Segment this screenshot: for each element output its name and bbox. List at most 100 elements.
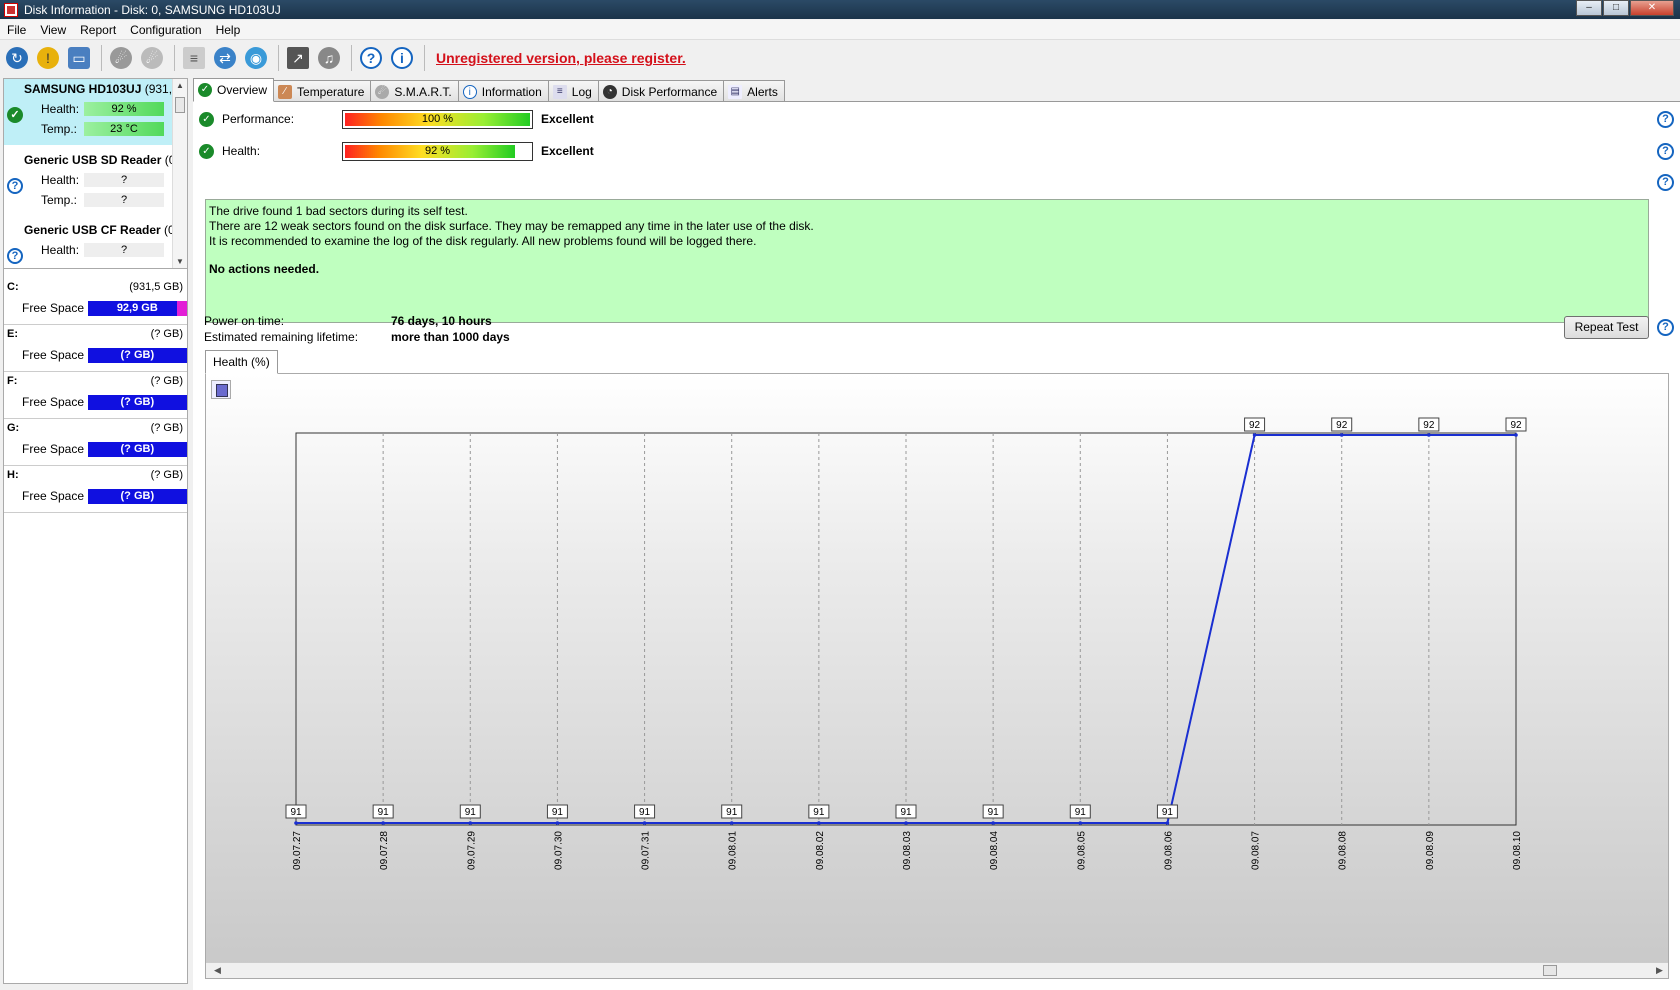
overview-panel: ✓ Performance: 100 % Excellent ✓ Health:… — [193, 101, 1680, 990]
info-icon: i — [462, 84, 477, 99]
health-gauge: 92 % — [342, 141, 533, 161]
x-tick-label: 09.08.02 — [815, 831, 826, 870]
menu-bar: File View Report Configuration Help — [0, 20, 1680, 40]
scroll-up-icon[interactable]: ▲ — [176, 81, 184, 90]
power-on-value: 76 days, 10 hours — [391, 314, 492, 328]
temp-label: Temp.: — [41, 193, 78, 207]
help-icon[interactable]: ? — [1657, 319, 1674, 336]
tab-disk-performance[interactable]: ◔ Disk Performance — [597, 80, 725, 102]
volume-e[interactable]: E: (? GB) Free Space (? GB) — [4, 324, 187, 372]
volume-letter: C: — [7, 281, 19, 293]
health-chart-area: 91 09.07.27 91 09.07.28 91 09.07.29 91 09.07.30… — [205, 373, 1669, 979]
disk-icon[interactable]: ▭ — [65, 44, 93, 72]
title-bar: Disk Information - Disk: 0, SAMSUNG HD10… — [0, 0, 1680, 19]
disk-item-samsung[interactable]: SAMSUNG HD103UJ (931,5 ✓ Health:92 % Tem… — [4, 79, 172, 145]
health-value: ? — [84, 173, 164, 187]
status-message-box: The drive found 1 bad sectors during its… — [205, 199, 1649, 323]
tab-alerts[interactable]: ▤ Alerts — [723, 80, 785, 102]
temp-value: 23 °C — [84, 122, 164, 136]
tab-health-chart[interactable]: Health (%) — [205, 350, 278, 374]
x-tick-label: 09.08.03 — [902, 831, 913, 870]
sync-icon[interactable]: ⇄ — [211, 44, 239, 72]
x-tick-label: 09.07.29 — [466, 831, 477, 870]
chart-scrollbar[interactable]: ◀ ▶ — [206, 962, 1668, 978]
volume-size: (? GB) — [150, 469, 183, 481]
x-tick-label: 09.08.08 — [1338, 831, 1349, 870]
main-area: ✓ Overview ∕ Temperature ☄ S.M.A.R.T. i Info… — [193, 78, 1680, 990]
window-title: Disk Information - Disk: 0, SAMSUNG HD10… — [24, 2, 281, 17]
health-chart: 91 09.07.27 91 09.07.28 91 09.07.29 91 09.07.30… — [285, 417, 1527, 870]
x-tick-label: 09.07.28 — [379, 831, 390, 870]
document-icon[interactable]: ≡ — [180, 44, 208, 72]
volume-letter: E: — [7, 328, 18, 340]
disk-item-sd-reader[interactable]: Generic USB SD Reader (0 ? Health:? Temp… — [4, 150, 172, 216]
data-point — [1165, 821, 1170, 825]
register-link[interactable]: Unregistered version, please register. — [436, 50, 686, 66]
tab-temperature[interactable]: ∕ Temperature — [273, 80, 372, 102]
menu-help[interactable]: Help — [209, 23, 248, 37]
used-space-segment — [177, 300, 187, 316]
scroll-down-icon[interactable]: ▼ — [176, 257, 184, 266]
scroll-right-icon[interactable]: ▶ — [1656, 965, 1663, 976]
data-label: 91 — [639, 807, 651, 818]
x-tick-label: 09.08.10 — [1512, 831, 1523, 870]
toolbar-separator — [278, 45, 279, 71]
data-point — [991, 821, 995, 825]
tab-smart[interactable]: ☄ S.M.A.R.T. — [370, 80, 459, 102]
info-icon[interactable]: i — [388, 44, 416, 72]
volume-g[interactable]: G: (? GB) Free Space (? GB) — [4, 418, 187, 466]
menu-file[interactable]: File — [0, 23, 33, 37]
repeat-test-button[interactable]: Repeat Test — [1564, 316, 1649, 339]
scroll-thumb[interactable] — [175, 97, 185, 113]
minimize-button[interactable]: – — [1576, 0, 1602, 16]
tab-log[interactable]: ≡ Log — [547, 80, 599, 102]
status-ok-icon: ✓ — [199, 111, 214, 127]
refresh-icon[interactable]: ↻ — [3, 44, 31, 72]
menu-view[interactable]: View — [33, 23, 73, 37]
scroll-left-icon[interactable]: ◀ — [214, 965, 221, 976]
help-icon[interactable]: ? — [1657, 174, 1674, 191]
speaker-icon[interactable]: ♫ — [315, 44, 343, 72]
satellite-off-icon[interactable]: ☄ — [138, 44, 166, 72]
volume-letter: H: — [7, 469, 19, 481]
lifetime-value: more than 1000 days — [391, 330, 510, 344]
data-point — [904, 821, 908, 825]
free-space-bar: (? GB) — [87, 394, 187, 410]
tab-overview[interactable]: ✓ Overview — [193, 78, 275, 102]
disk-item-cf-reader[interactable]: Generic USB CF Reader (0, ? Health:? — [4, 220, 172, 268]
help-icon[interactable]: ? — [357, 44, 385, 72]
menu-report[interactable]: Report — [73, 23, 123, 37]
toolbar: ↻ ! ▭ ☄ ☄ ≡ ⇄ ◉ ↗ ♫ ? i Unregistered ver… — [0, 41, 1680, 75]
volume-h[interactable]: H: (? GB) Free Space (? GB) — [4, 465, 187, 513]
free-space-bar: (? GB) — [87, 347, 187, 363]
status-unknown-icon: ? — [7, 178, 23, 194]
disk-list-scrollbar[interactable]: ▲ ▼ — [172, 79, 187, 268]
x-tick-label: 09.08.04 — [989, 831, 1000, 870]
close-button[interactable]: ✕ — [1630, 0, 1674, 16]
toolbar-separator — [174, 45, 175, 71]
satellite-icon[interactable]: ☄ — [107, 44, 135, 72]
data-label: 92 — [1423, 420, 1435, 431]
volume-c[interactable]: C: (931,5 GB) Free Space 92,9 GB — [4, 277, 187, 325]
log-icon: ≡ — [552, 84, 567, 99]
x-tick-label: 09.07.30 — [553, 831, 564, 870]
data-label: 91 — [988, 807, 1000, 818]
scroll-thumb[interactable] — [1543, 965, 1557, 976]
status-ok-icon: ✓ — [7, 107, 23, 123]
help-icon[interactable]: ? — [1657, 143, 1674, 160]
tab-information[interactable]: i Information — [457, 80, 549, 102]
maximize-button[interactable]: □ — [1603, 0, 1629, 16]
temp-label: Temp.: — [41, 122, 78, 136]
performance-label: Performance: — [222, 112, 295, 126]
chart-icon[interactable]: ↗ — [284, 44, 312, 72]
data-label: 92 — [1336, 420, 1348, 431]
volume-letter: G: — [7, 422, 20, 434]
help-icon[interactable]: ? — [1657, 111, 1674, 128]
network-icon[interactable]: ◉ — [242, 44, 270, 72]
alert-icon[interactable]: ! — [34, 44, 62, 72]
volume-f[interactable]: F: (? GB) Free Space (? GB) — [4, 371, 187, 419]
health-rating: Excellent — [541, 144, 594, 158]
free-space-label: Free Space — [22, 489, 85, 503]
menu-configuration[interactable]: Configuration — [123, 23, 208, 37]
plot-frame — [295, 432, 1517, 826]
